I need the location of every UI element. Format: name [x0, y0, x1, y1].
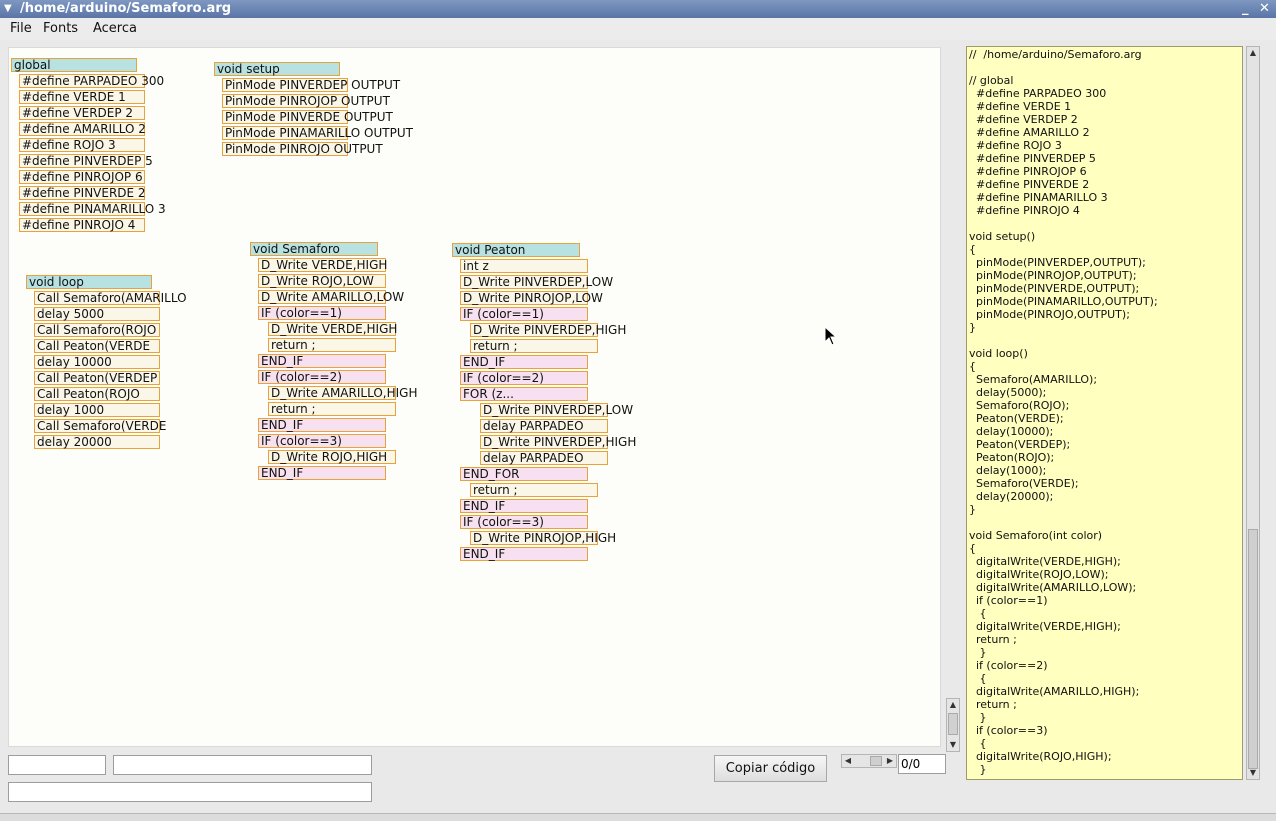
- scroll-right-icon[interactable]: ▶: [884, 755, 896, 767]
- block-delay[interactable]: delay 10000: [34, 355, 160, 369]
- block-dwrite[interactable]: D_Write ROJO,LOW: [258, 274, 386, 288]
- block-dwrite[interactable]: D_Write VERDE,HIGH: [268, 322, 397, 336]
- mouse-pointer-icon: [824, 326, 838, 346]
- block-for[interactable]: FOR (z...: [460, 387, 588, 401]
- block-call[interactable]: Call Semaforo(VERDE: [34, 419, 166, 433]
- block-end-if[interactable]: END_IF: [258, 466, 386, 480]
- scroll-up-icon[interactable]: ▲: [947, 699, 959, 711]
- window-titlebar[interactable]: ▼ /home/arduino/Semaforo.arg _ ✕: [0, 0, 1276, 18]
- block-define[interactable]: #define PINAMARILLO 3: [19, 202, 166, 216]
- block-int[interactable]: int z: [460, 259, 588, 273]
- block-if[interactable]: IF (color==3): [460, 515, 588, 529]
- code-vertical-scrollbar[interactable]: ▲ ▼: [1246, 46, 1260, 780]
- block-delay[interactable]: delay PARPADEO: [480, 451, 608, 465]
- close-icon[interactable]: ✕: [1259, 0, 1270, 18]
- block-call[interactable]: Call Semaforo(ROJO: [34, 323, 160, 337]
- code-text: // /home/arduino/Semaforo.arg // global …: [969, 48, 1158, 776]
- block-define[interactable]: #define VERDEP 2: [19, 106, 145, 120]
- block-return[interactable]: return ;: [470, 483, 598, 497]
- block-call[interactable]: Call Semaforo(AMARILLO: [34, 291, 187, 305]
- copy-code-button[interactable]: Copiar código: [714, 755, 827, 782]
- block-define[interactable]: #define AMARILLO 2: [19, 122, 146, 136]
- page-counter[interactable]: 0/0: [898, 754, 946, 774]
- menu-about[interactable]: Acerca: [93, 21, 137, 36]
- block-end-for[interactable]: END_FOR: [460, 467, 588, 481]
- block-define[interactable]: #define PARPADEO 300: [19, 74, 164, 88]
- block-dwrite[interactable]: D_Write VERDE,HIGH: [258, 258, 387, 272]
- block-dwrite[interactable]: D_Write PINROJOP,HIGH: [470, 531, 616, 545]
- block-define[interactable]: #define PINVERDEP 5: [19, 154, 153, 168]
- block-end-if[interactable]: END_IF: [258, 418, 386, 432]
- block-delay[interactable]: delay 5000: [34, 307, 160, 321]
- block-dwrite[interactable]: D_Write ROJO,HIGH: [268, 450, 396, 464]
- input-field-2[interactable]: [113, 755, 372, 775]
- block-if[interactable]: IF (color==2): [460, 371, 588, 385]
- block-define[interactable]: #define PINVERDE 2: [19, 186, 146, 200]
- scroll-down-icon[interactable]: ▼: [947, 739, 959, 751]
- block-if[interactable]: IF (color==1): [460, 307, 588, 321]
- block-pinmode[interactable]: PinMode PINVERDEP OUTPUT: [222, 78, 400, 92]
- block-header-global[interactable]: global: [11, 58, 137, 72]
- input-field-3[interactable]: [8, 782, 372, 802]
- block-if[interactable]: IF (color==1): [258, 306, 386, 320]
- window-bottom-border: [0, 813, 1276, 821]
- window-menu-icon[interactable]: ▼: [4, 0, 12, 18]
- block-end-if[interactable]: END_IF: [460, 547, 588, 561]
- block-dwrite[interactable]: D_Write AMARILLO,HIGH: [268, 386, 417, 400]
- block-dwrite[interactable]: D_Write AMARILLO,LOW: [258, 290, 404, 304]
- window-title: /home/arduino/Semaforo.arg: [20, 1, 232, 16]
- block-call[interactable]: Call Peaton(VERDE: [34, 339, 160, 353]
- scroll-up-icon[interactable]: ▲: [1247, 47, 1259, 59]
- minimize-icon[interactable]: _: [1242, 0, 1249, 18]
- block-pinmode[interactable]: PinMode PINROJOP OUTPUT: [222, 94, 390, 108]
- input-field-1[interactable]: [8, 755, 106, 775]
- block-if[interactable]: IF (color==3): [258, 434, 386, 448]
- block-define[interactable]: #define VERDE 1: [19, 90, 145, 104]
- menu-file[interactable]: File: [10, 21, 32, 36]
- block-pinmode[interactable]: PinMode PINROJO OUTPUT: [222, 142, 383, 156]
- page-scrollbar[interactable]: ◀ ▶: [841, 754, 897, 768]
- block-if[interactable]: IF (color==2): [258, 370, 386, 384]
- block-header-setup[interactable]: void setup: [214, 62, 340, 76]
- block-define[interactable]: #define ROJO 3: [19, 138, 145, 152]
- block-end-if[interactable]: END_IF: [460, 499, 588, 513]
- menubar: File Fonts Acerca: [0, 18, 1276, 40]
- block-define[interactable]: #define PINROJOP 6: [19, 170, 145, 184]
- block-call[interactable]: Call Peaton(VERDEP: [34, 371, 160, 385]
- block-dwrite[interactable]: D_Write PINVERDEP,HIGH: [470, 323, 626, 337]
- block-canvas[interactable]: global #define PARPADEO 300 #define VERD…: [8, 47, 941, 747]
- scroll-thumb[interactable]: [948, 713, 958, 735]
- block-end-if[interactable]: END_IF: [258, 354, 386, 368]
- block-return[interactable]: return ;: [268, 402, 396, 416]
- menu-fonts[interactable]: Fonts: [43, 21, 78, 36]
- block-define[interactable]: #define PINROJO 4: [19, 218, 145, 232]
- block-delay[interactable]: delay 1000: [34, 403, 160, 417]
- block-pinmode[interactable]: PinMode PINAMARILLO OUTPUT: [222, 126, 413, 140]
- canvas-vertical-scrollbar[interactable]: ▲ ▼: [946, 698, 960, 752]
- generated-code-view[interactable]: // /home/arduino/Semaforo.arg // global …: [966, 46, 1243, 780]
- block-dwrite[interactable]: D_Write PINVERDEP,HIGH: [480, 435, 636, 449]
- scroll-left-icon[interactable]: ◀: [842, 755, 854, 767]
- block-end-if[interactable]: END_IF: [460, 355, 588, 369]
- block-header-semaforo[interactable]: void Semaforo: [250, 242, 378, 256]
- block-dwrite[interactable]: D_Write PINROJOP,LOW: [460, 291, 603, 305]
- scroll-down-icon[interactable]: ▼: [1247, 767, 1259, 779]
- scroll-thumb[interactable]: [1248, 529, 1258, 769]
- block-delay[interactable]: delay PARPADEO: [480, 419, 608, 433]
- block-delay[interactable]: delay 20000: [34, 435, 160, 449]
- block-pinmode[interactable]: PinMode PINVERDE OUTPUT: [222, 110, 393, 124]
- block-header-loop[interactable]: void loop: [26, 275, 152, 289]
- block-dwrite[interactable]: D_Write PINVERDEP,LOW: [480, 403, 633, 417]
- block-header-peaton[interactable]: void Peaton: [452, 243, 580, 257]
- scroll-thumb[interactable]: [870, 756, 882, 766]
- block-call[interactable]: Call Peaton(ROJO: [34, 387, 160, 401]
- block-dwrite[interactable]: D_Write PINVERDEP,LOW: [460, 275, 613, 289]
- block-return[interactable]: return ;: [470, 339, 598, 353]
- block-return[interactable]: return ;: [268, 338, 396, 352]
